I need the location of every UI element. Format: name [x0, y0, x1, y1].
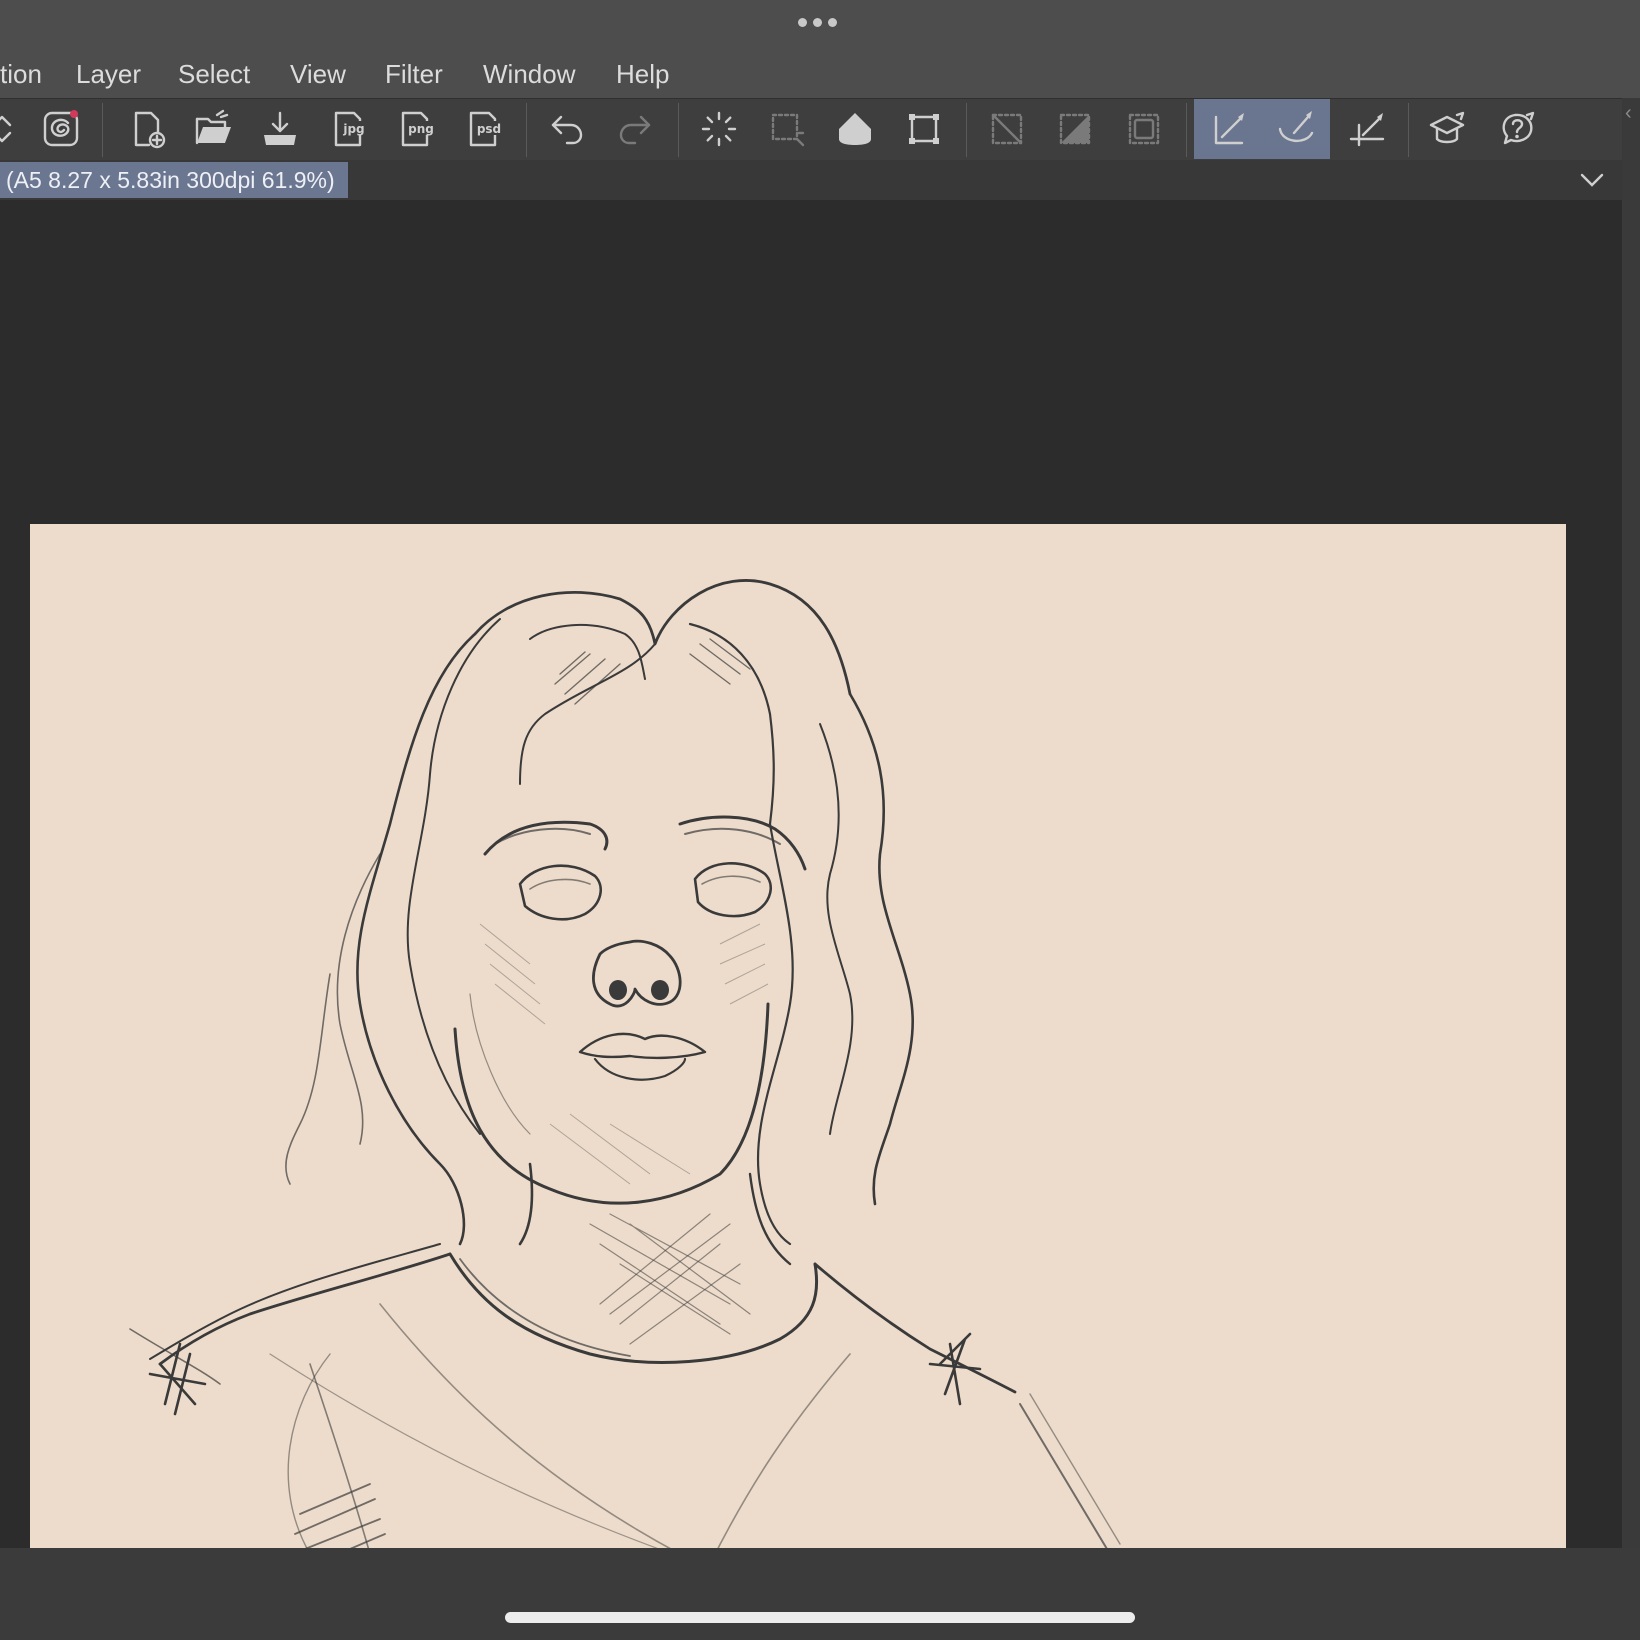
app-logo-icon[interactable] — [32, 99, 90, 159]
selection-icon — [758, 99, 816, 159]
menu-window[interactable]: Window — [483, 59, 575, 90]
drawing-canvas[interactable] — [30, 524, 1566, 1606]
side-panel-collapse[interactable]: ‹ — [1622, 98, 1640, 1548]
chevron-left-icon: ‹ — [1625, 102, 1632, 124]
undo-icon[interactable] — [538, 99, 596, 159]
menu-select[interactable]: Select — [178, 59, 250, 90]
command-bar: jpg png psd — [0, 98, 1622, 161]
clear-selection-icon — [978, 99, 1036, 159]
document-tab-bar: (A5 8.27 x 5.83in 300dpi 61.9%) — [0, 160, 1622, 200]
menu-help[interactable]: Help — [616, 59, 669, 90]
scroll-arrows-icon[interactable] — [0, 99, 24, 159]
snap-grid-icon[interactable] — [1338, 99, 1396, 159]
select-all-icon — [1115, 99, 1173, 159]
svg-text:png: png — [408, 122, 434, 136]
learn-icon[interactable] — [1418, 99, 1476, 159]
redo-icon — [606, 99, 664, 159]
transform-icon[interactable] — [895, 99, 953, 159]
menu-view[interactable]: View — [290, 59, 346, 90]
help-icon[interactable] — [1488, 99, 1546, 159]
chevron-down-icon[interactable] — [1578, 166, 1606, 194]
svg-text:psd: psd — [477, 122, 501, 136]
menu-filter[interactable]: Filter — [385, 59, 443, 90]
export-png-icon[interactable]: png — [386, 99, 444, 159]
open-folder-icon[interactable] — [184, 99, 242, 159]
export-jpg-icon[interactable]: jpg — [319, 99, 377, 159]
document-tab[interactable]: (A5 8.27 x 5.83in 300dpi 61.9%) — [0, 162, 348, 198]
loading-icon[interactable] — [690, 99, 748, 159]
bottom-bar — [0, 1548, 1640, 1640]
invert-selection-icon — [1046, 99, 1104, 159]
save-icon[interactable] — [251, 99, 309, 159]
menu-layer[interactable]: Layer — [76, 59, 141, 90]
svg-text:jpg: jpg — [342, 122, 364, 136]
export-psd-icon[interactable]: psd — [454, 99, 512, 159]
fill-bucket-icon[interactable] — [826, 99, 884, 159]
new-file-icon[interactable] — [118, 99, 176, 159]
snap-curve-icon[interactable] — [1262, 99, 1330, 159]
snap-ruler-icon[interactable] — [1194, 99, 1262, 159]
title-bar — [0, 0, 1640, 48]
canvas-workspace[interactable] — [0, 200, 1622, 1606]
home-indicator[interactable] — [505, 1612, 1135, 1623]
sketch-artwork — [129, 579, 1121, 1575]
menu-bar: tion Layer Select View Filter Window Hel… — [0, 48, 1640, 98]
multitask-dots-icon[interactable] — [798, 18, 837, 27]
menu-animation[interactable]: tion — [0, 59, 42, 90]
